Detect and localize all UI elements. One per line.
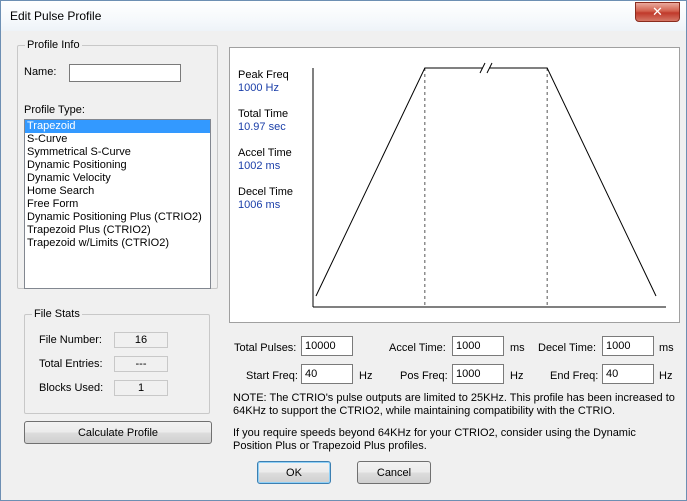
profile-type-item[interactable]: S-Curve [25, 133, 210, 146]
accel-time-field-label: Accel Time: [389, 342, 446, 354]
start-freq-input[interactable] [301, 364, 353, 384]
profile-type-item[interactable]: Dynamic Positioning Plus (CTRIO2) [25, 211, 210, 224]
name-input[interactable] [69, 64, 181, 82]
pos-freq-label: Pos Freq: [400, 370, 448, 382]
end-freq-unit: Hz [659, 370, 673, 382]
close-icon: ✕ [652, 4, 663, 19]
end-freq-label: End Freq: [550, 370, 599, 382]
cancel-button[interactable]: Cancel [357, 461, 431, 484]
profile-info-legend: Profile Info [25, 39, 82, 51]
profile-type-item[interactable]: Symmetrical S-Curve [25, 146, 210, 159]
pos-freq-unit: Hz [510, 370, 524, 382]
accel-time-input[interactable] [452, 336, 504, 356]
name-label: Name: [24, 66, 57, 78]
file-number-value: 16 [114, 332, 168, 348]
speed-advice-note: If you require speeds beyond 64KHz for y… [233, 427, 636, 452]
profile-line [315, 67, 657, 297]
pulse-profile-chart [312, 62, 666, 308]
close-button[interactable]: ✕ [635, 2, 680, 22]
decel-time-unit: ms [659, 342, 674, 354]
pos-freq-input[interactable] [452, 364, 504, 384]
profile-type-list[interactable]: Trapezoid S-Curve Symmetrical S-Curve Dynam… [24, 119, 211, 289]
blocks-used-value: 1 [114, 380, 168, 396]
total-pulses-label: Total Pulses: [234, 342, 297, 354]
window-title: Edit Pulse Profile [10, 9, 102, 23]
blocks-used-label: Blocks Used: [39, 382, 104, 394]
profile-type-item[interactable]: Trapezoid w/Limits (CTRIO2) [25, 237, 210, 250]
profile-type-item[interactable]: Dynamic Positioning [25, 159, 210, 172]
ok-button[interactable]: OK [257, 461, 331, 484]
profile-type-item[interactable]: Trapezoid [25, 120, 210, 133]
total-entries-value: --- [114, 356, 168, 372]
profile-chart-panel: Peak Freq 1000 Hz Total Time 10.97 sec A… [229, 47, 680, 323]
decel-time-field-label: Decel Time: [538, 342, 597, 354]
calculate-profile-button[interactable]: Calculate Profile [24, 421, 212, 444]
profile-type-item[interactable]: Home Search [25, 185, 210, 198]
accel-time-unit: ms [510, 342, 525, 354]
profile-type-item[interactable]: Free Form [25, 198, 210, 211]
title-bar[interactable]: Edit Pulse Profile ✕ [1, 1, 686, 31]
total-pulses-input[interactable] [301, 336, 353, 356]
total-entries-label: Total Entries: [39, 358, 103, 370]
dialog-client-area: Profile Info Name: Profile Type: Trapezo… [7, 31, 680, 496]
file-stats-legend: File Stats [32, 308, 82, 320]
start-freq-label: Start Freq: [246, 370, 298, 382]
file-number-label: File Number: [39, 334, 102, 346]
decel-time-input[interactable] [602, 336, 654, 356]
profile-type-item[interactable]: Trapezoid Plus (CTRIO2) [25, 224, 210, 237]
profile-type-label: Profile Type: [24, 104, 85, 116]
start-freq-unit: Hz [359, 370, 373, 382]
ctrio-limit-note: NOTE: The CTRIO's pulse outputs are limi… [233, 392, 675, 417]
end-freq-input[interactable] [602, 364, 654, 384]
edit-pulse-profile-window: Edit Pulse Profile ✕ Profile Info Name: … [0, 0, 687, 501]
profile-type-item[interactable]: Dynamic Velocity [25, 172, 210, 185]
